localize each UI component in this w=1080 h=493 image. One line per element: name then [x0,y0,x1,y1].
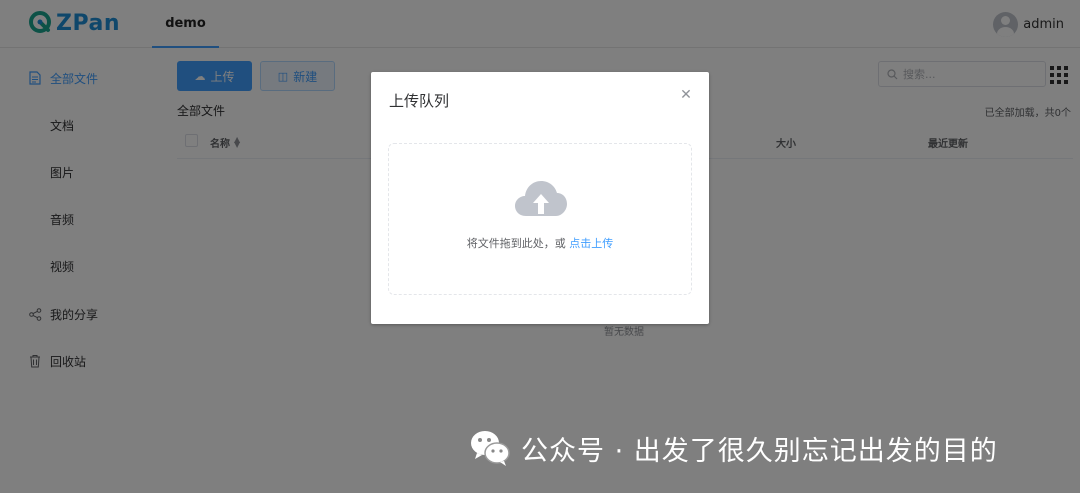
dialog-title: 上传队列 [389,92,450,110]
wechat-watermark: 公众号 · 出发了很久别忘记出发的目的 [469,428,998,468]
close-icon[interactable]: ✕ [679,88,693,102]
upload-queue-dialog: 上传队列 ✕ 将文件拖到此处，或 点击上传 [371,72,709,324]
upload-dropzone[interactable]: 将文件拖到此处，或 点击上传 [388,143,692,295]
wechat-icon [469,428,511,468]
watermark-text: 公众号 · 出发了很久别忘记出发的目的 [521,435,998,467]
drop-hint: 将文件拖到此处，或 点击上传 [389,235,691,251]
cloud-upload-icon [515,181,567,216]
drop-hint-text: 将文件拖到此处，或 [466,237,570,250]
click-upload-link[interactable]: 点击上传 [569,237,613,250]
